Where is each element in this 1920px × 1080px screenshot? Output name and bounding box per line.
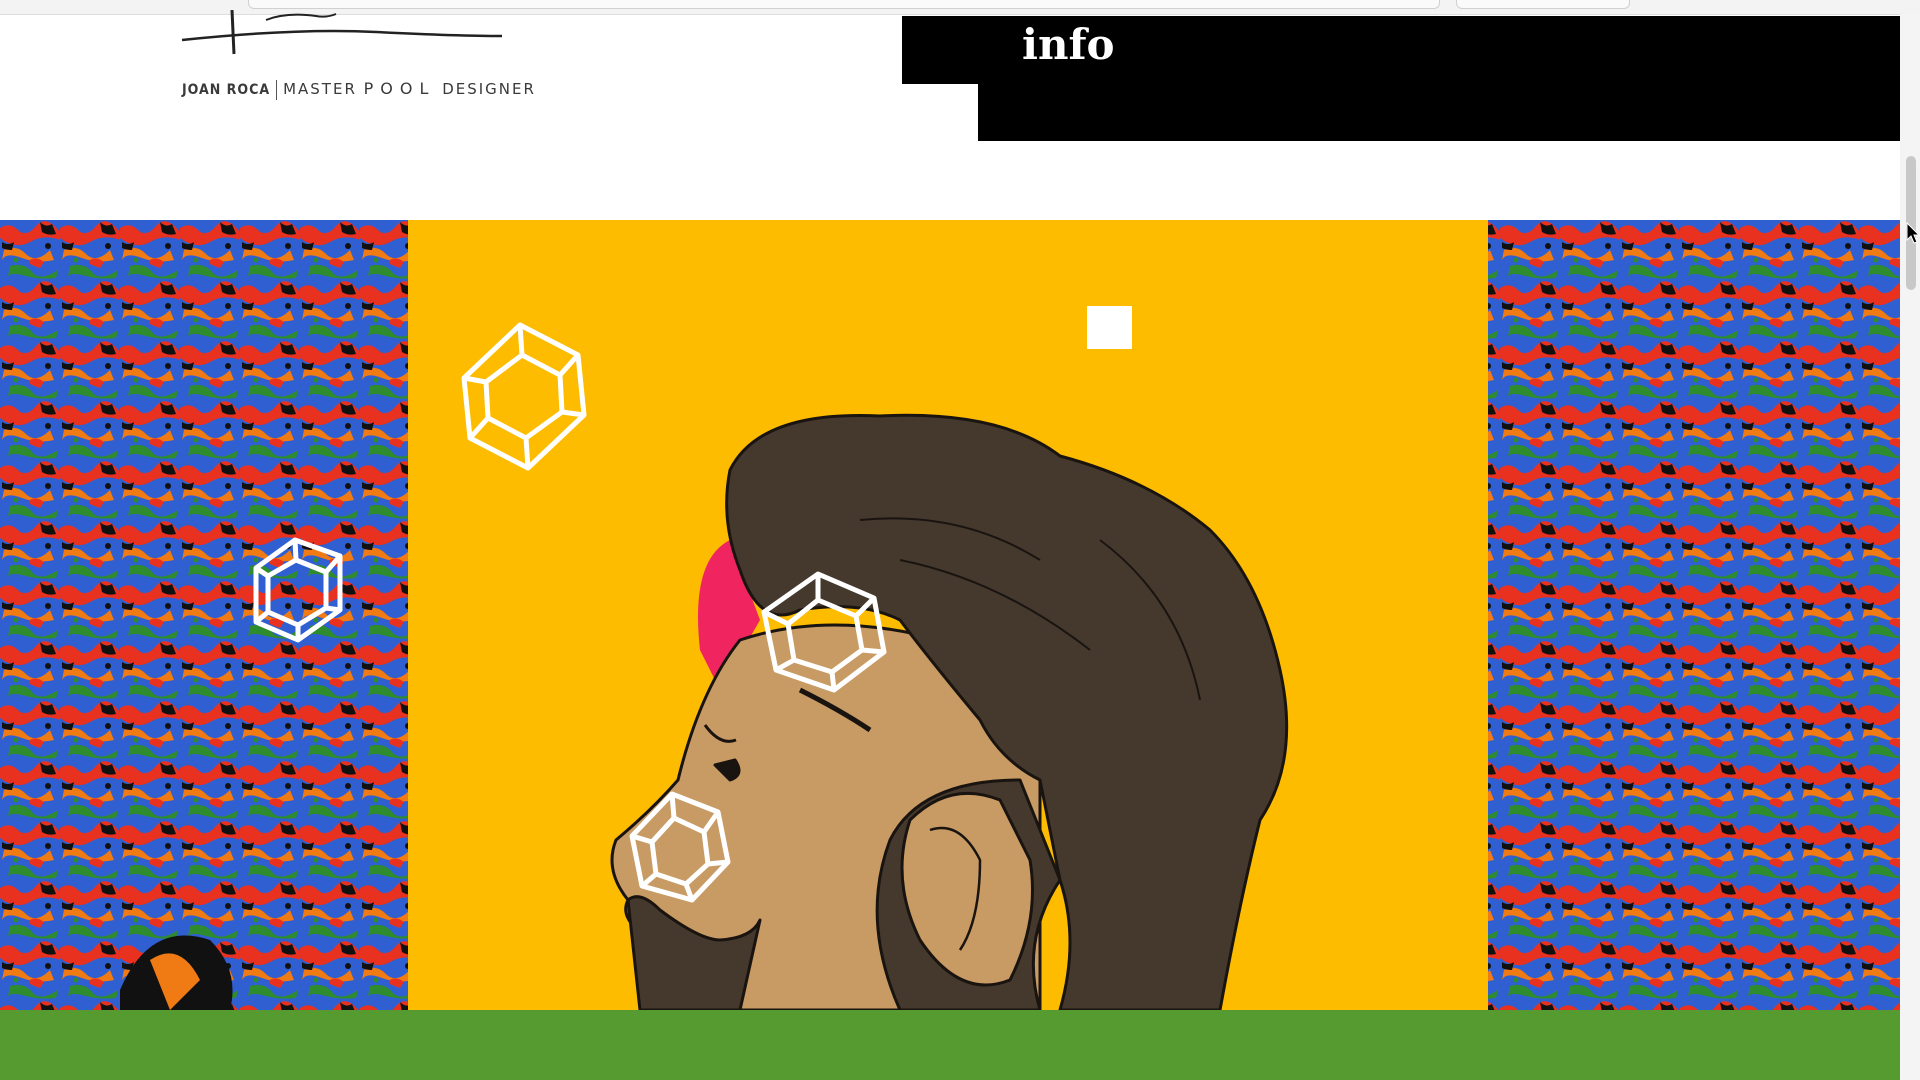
footer-band <box>0 1010 1900 1080</box>
address-bar[interactable] <box>248 0 1440 9</box>
signature-logo-icon <box>181 9 503 55</box>
info-menu-link[interactable]: info <box>1022 20 1115 69</box>
right-noise-panel <box>1488 220 1900 1010</box>
left-noise-panel <box>0 220 408 1010</box>
mouse-cursor-icon <box>1906 222 1920 244</box>
logo-name: JOAN ROCA <box>182 82 271 98</box>
floating-square-icon <box>1087 306 1132 349</box>
logo-tagline: JOAN ROCA MASTER POOL DESIGNER <box>182 79 536 100</box>
logo-title-suffix: DESIGNER <box>442 80 536 98</box>
site-logo[interactable]: JOAN ROCA MASTER POOL DESIGNER <box>176 9 534 100</box>
search-bar[interactable] <box>1456 0 1630 9</box>
logo-title-accent: POOL <box>363 79 436 98</box>
hero-illustration <box>0 220 1900 1012</box>
logo-title-prefix: MASTER <box>283 80 357 98</box>
info-menu-block-lower[interactable] <box>978 84 1900 141</box>
